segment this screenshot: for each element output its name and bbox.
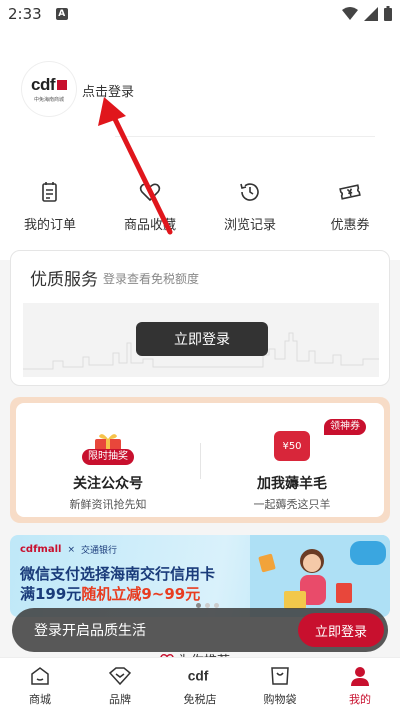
- quick-link-label: 我的订单: [23, 218, 76, 233]
- notification-icon: A: [55, 8, 68, 20]
- tab-mall[interactable]: 商城: [0, 658, 80, 711]
- service-card: 优质服务 登录查看免税额度 立即登录: [10, 250, 390, 386]
- login-prompt-bar: 登录开启品质生活 立即登录: [12, 608, 388, 652]
- quick-link-label: 商品收藏: [123, 218, 176, 233]
- avatar[interactable]: cdf 中免海南商城: [22, 62, 76, 116]
- quick-link-favorites[interactable]: 商品收藏: [100, 178, 200, 238]
- follow-title: 加我薅羊毛: [257, 476, 327, 492]
- order-icon: [36, 178, 64, 206]
- service-login-button[interactable]: 立即登录: [136, 322, 268, 356]
- tab-mine[interactable]: 我的: [320, 658, 400, 711]
- wifi-icon: [342, 6, 358, 20]
- quick-link-label: 浏览记录: [223, 218, 276, 233]
- divider: [115, 136, 375, 137]
- login-link[interactable]: 点击登录: [82, 81, 134, 100]
- follow-wechat[interactable]: 限时抽奖 关注公众号 新鲜资讯抢先知: [16, 403, 200, 517]
- banner-partner: 交通银行: [81, 546, 118, 556]
- tab-brand[interactable]: 品牌: [80, 658, 160, 711]
- tab-label: 购物袋: [263, 693, 297, 706]
- coupon-icon: [336, 178, 364, 206]
- avatar-logo: cdf: [31, 75, 67, 95]
- tab-label: 免税店: [183, 693, 217, 706]
- profile-header: cdf 中免海南商城 点击登录 我的订单 商品收藏 浏览记录 优惠券: [0, 28, 400, 260]
- bag-icon: [267, 664, 293, 688]
- follow-subtitle: 一起薅秃这只羊: [253, 498, 331, 511]
- favorite-icon: [136, 178, 164, 206]
- login-prompt-button[interactable]: 立即登录: [298, 613, 384, 647]
- home-icon: [27, 664, 53, 688]
- follow-card: 限时抽奖 关注公众号 新鲜资讯抢先知 领神券 ¥50 加我薅羊毛 一起薅秃这只羊: [10, 397, 390, 523]
- tab-duty-free[interactable]: cdf 免税店: [160, 658, 240, 711]
- avatar-sub: 中免海南商城: [33, 97, 64, 103]
- login-prompt-text: 登录开启品质生活: [34, 623, 146, 639]
- battery-icon: [384, 6, 392, 21]
- user-icon: [347, 664, 373, 688]
- tab-label: 品牌: [109, 693, 131, 706]
- quick-link-label: 优惠券: [330, 218, 370, 233]
- status-time: 2:33: [8, 5, 42, 23]
- bottom-tab-bar: 商城 品牌 cdf 免税店 购物袋 我的: [0, 657, 400, 711]
- status-bar: 2:33 A: [0, 0, 400, 28]
- follow-card-inner: 限时抽奖 关注公众号 新鲜资讯抢先知 领神券 ¥50 加我薅羊毛 一起薅秃这只羊: [16, 403, 384, 517]
- service-subtitle: 登录查看免税额度: [103, 272, 200, 286]
- history-icon: [236, 178, 264, 206]
- follow-group[interactable]: 领神券 ¥50 加我薅羊毛 一起薅秃这只羊: [200, 403, 384, 517]
- quick-link-orders[interactable]: 我的订单: [0, 178, 100, 238]
- signal-icon: [364, 6, 378, 21]
- tab-label: 商城: [29, 693, 51, 706]
- promo-banner[interactable]: cdfmall × 交通银行 微信支付选择海南交行信用卡 满199元随机立减9~…: [10, 535, 390, 617]
- banner-offer: 满199元随机立减9~99元: [20, 585, 201, 603]
- tab-bag[interactable]: 购物袋: [240, 658, 320, 711]
- status-indicators: [342, 6, 392, 21]
- banner-headline: 微信支付选择海南交行信用卡: [20, 565, 216, 583]
- coupon-badge: 领神券: [324, 419, 366, 435]
- lottery-badge: 限时抽奖: [82, 449, 134, 465]
- tab-label: 我的: [349, 693, 371, 706]
- follow-title: 关注公众号: [73, 476, 143, 492]
- follow-subtitle: 新鲜资讯抢先知: [69, 498, 147, 511]
- svg-text:cdf: cdf: [188, 669, 209, 684]
- shopper-illustration: [250, 535, 390, 617]
- service-title: 优质服务: [30, 270, 98, 290]
- banner-brands: cdfmall × 交通银行: [20, 544, 118, 556]
- quick-link-coupons[interactable]: 优惠券: [300, 178, 400, 238]
- quick-link-history[interactable]: 浏览记录: [200, 178, 300, 238]
- cdf-logo-icon: cdf: [187, 664, 213, 688]
- banner-brand: cdfmall: [20, 544, 62, 555]
- coupon-value: ¥50: [274, 431, 310, 461]
- brand-icon: [107, 664, 133, 688]
- quick-links: 我的订单 商品收藏 浏览记录 优惠券: [0, 178, 400, 238]
